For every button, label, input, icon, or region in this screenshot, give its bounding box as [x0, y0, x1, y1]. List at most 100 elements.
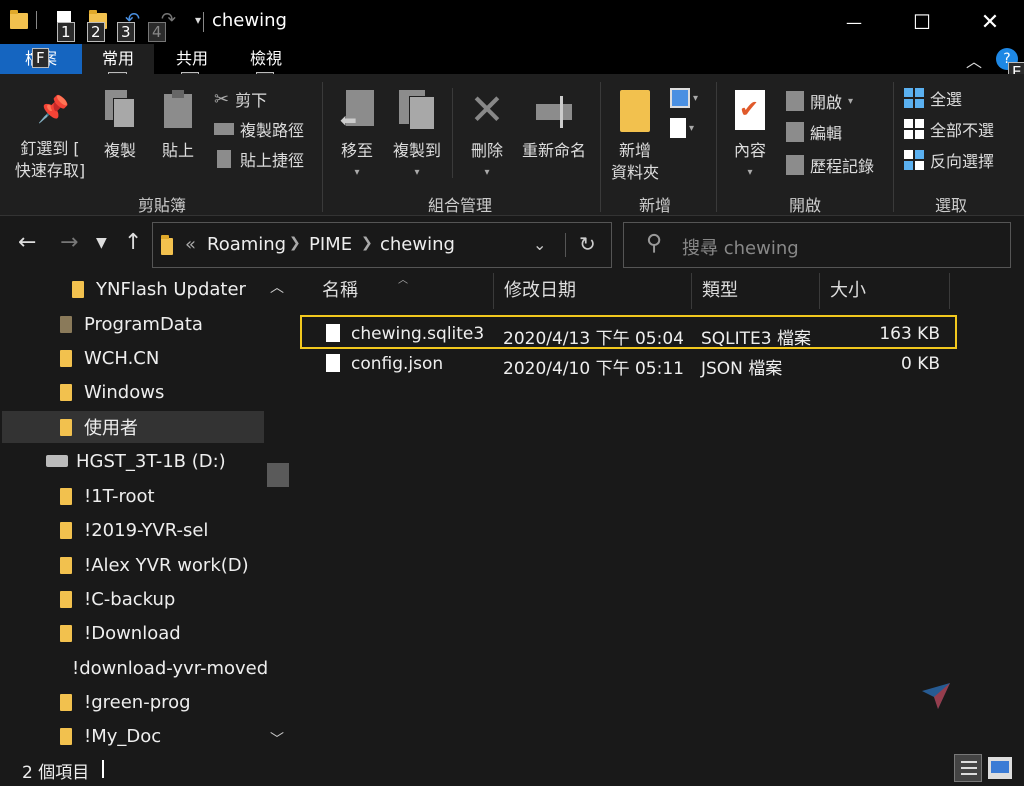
paste-label: 貼上	[161, 141, 194, 160]
minimize-button[interactable]: —	[820, 0, 888, 44]
toolbar-divider	[36, 10, 37, 29]
tab-view[interactable]: 檢視	[234, 44, 298, 74]
ribbon-separator	[893, 82, 894, 212]
nav-item-download[interactable]: !Download	[60, 617, 264, 649]
column-header-type[interactable]: 類型	[692, 273, 820, 309]
scroll-down-chevron-icon[interactable]: ﹀	[270, 729, 284, 749]
breadcrumb-overflow[interactable]: «	[185, 234, 196, 255]
column-header-date[interactable]: 修改日期	[494, 273, 692, 309]
item-count: 2 個項目	[22, 763, 90, 783]
history-button[interactable]: 歷程記錄	[786, 152, 874, 178]
collapse-ribbon-chevron-icon[interactable]: ︿	[966, 48, 982, 72]
up-arrow-icon[interactable]: ↑	[124, 230, 142, 255]
folder-icon	[10, 10, 28, 29]
easy-access-button[interactable]: ▾	[670, 118, 694, 138]
navigation-pane[interactable]: YNFlash Updater ProgramData WCH.CN Windo…	[0, 273, 290, 751]
window-title: chewing	[212, 10, 287, 31]
large-icons-view-icon[interactable]	[988, 757, 1012, 779]
nav-item-green-prog[interactable]: !green-prog	[60, 686, 264, 718]
nav-item-1t-root[interactable]: !1T-root	[60, 480, 264, 512]
forward-arrow-icon[interactable]: →	[60, 230, 78, 255]
nav-item-drive-d[interactable]: HGST_3T-1B (D:)	[46, 445, 264, 477]
open-button[interactable]: 開啟 ▾	[786, 88, 853, 114]
keytip-2: 2	[87, 22, 105, 42]
pin-quick-access-button[interactable]: 📌 釘選到 [ 快速存取]	[6, 94, 94, 182]
copy-to-button[interactable]: 複製到 ▾	[388, 90, 446, 184]
refresh-icon[interactable]: ↻	[579, 232, 596, 256]
file-name: config.json	[351, 354, 444, 374]
column-header-size[interactable]: 大小	[820, 273, 950, 309]
scrollbar-thumb[interactable]	[267, 463, 289, 487]
rename-button[interactable]: 重新命名	[518, 90, 590, 162]
select-all-button[interactable]: 全選	[904, 85, 962, 111]
recent-locations-chevron-down-icon[interactable]: ▼	[96, 235, 107, 251]
nav-item-2019-yvr-sel[interactable]: !2019-YVR-sel	[60, 514, 264, 546]
nav-item-my-doc[interactable]: !My_Doc	[60, 720, 264, 751]
nav-item-label: ProgramData	[84, 313, 203, 335]
back-arrow-icon[interactable]: ←	[18, 230, 36, 255]
tab-home[interactable]: 常用	[82, 44, 154, 74]
address-history-chevron-down-icon[interactable]: ⌄	[533, 235, 546, 254]
delete-button[interactable]: ✕ 刪除 ▾	[464, 85, 510, 184]
new-item-button[interactable]: ▾	[670, 88, 698, 108]
nav-item-download-yvr-moved[interactable]: !download-yvr-moved	[60, 652, 268, 684]
ribbon-separator	[322, 82, 323, 212]
copy-button[interactable]: 複製	[98, 90, 142, 162]
breadcrumb-chewing[interactable]: chewing	[380, 234, 455, 255]
invert-selection-label: 反向選擇	[930, 152, 995, 171]
keytip-4: 4	[148, 22, 166, 42]
breadcrumb-roaming[interactable]: Roaming	[207, 234, 286, 255]
open-icon	[786, 91, 804, 111]
breadcrumb-pime[interactable]: PIME	[309, 234, 352, 255]
nav-item-wch-cn[interactable]: WCH.CN	[60, 342, 264, 374]
nav-item-label: !2019-YVR-sel	[84, 519, 209, 541]
nav-item-ynflash-updater[interactable]: YNFlash Updater	[72, 273, 262, 305]
nav-item-c-backup[interactable]: !C-backup	[60, 583, 264, 615]
nav-item-windows[interactable]: Windows	[60, 376, 264, 408]
folder-icon	[60, 727, 72, 745]
folder-icon	[60, 315, 72, 333]
customize-toolbar-chevron-icon[interactable]: ▾	[195, 13, 201, 27]
open-group-label: 開啟	[788, 196, 821, 215]
navigation-pane-scrollbar[interactable]: ︿ ﹀	[266, 273, 290, 751]
nav-item-alex-yvr-work[interactable]: !Alex YVR work(D)	[60, 549, 264, 581]
invert-selection-button[interactable]: 反向選擇	[904, 147, 994, 173]
paste-button[interactable]: 貼上	[156, 90, 200, 162]
ribbon: 📌 釘選到 [ 快速存取] 複製 貼上 ✂ 剪下 複製路徑 貼上捷徑 剪貼簿 ⬅	[0, 74, 1024, 216]
nav-item-programdata[interactable]: ProgramData	[60, 308, 264, 340]
watermark-logo	[918, 677, 954, 713]
history-icon	[786, 155, 804, 175]
copy-label: 複製	[103, 141, 136, 160]
select-none-icon	[904, 119, 924, 139]
scroll-up-chevron-icon[interactable]: ︿	[270, 277, 284, 297]
new-folder-button[interactable]: 新增 資料夾	[606, 90, 664, 184]
folder-icon	[72, 280, 84, 298]
copy-path-button[interactable]: 複製路徑	[214, 116, 304, 142]
delete-x-icon: ✕	[469, 85, 505, 134]
clipboard-group-label: 剪貼簿	[137, 196, 186, 215]
nav-item-label: WCH.CN	[84, 347, 160, 369]
move-to-label: 移至	[340, 141, 373, 160]
properties-button[interactable]: ✔ 內容 ▾	[726, 90, 774, 184]
paste-shortcut-button[interactable]: 貼上捷徑	[214, 146, 304, 172]
copy-path-label: 複製路徑	[240, 121, 305, 140]
table-row[interactable]: config.json 2020/4/10 下午 05:11 JSON 檔案 0…	[296, 349, 956, 379]
details-view-icon[interactable]	[954, 754, 982, 782]
close-button[interactable]: ✕	[956, 0, 1024, 44]
search-box[interactable]: ⚲ 搜尋 chewing	[623, 222, 1011, 268]
keytip-1: 1	[57, 22, 75, 42]
nav-item-users[interactable]: 使用者	[2, 411, 264, 443]
move-to-button[interactable]: ⬅ 移至 ▾	[334, 90, 380, 184]
title-divider	[203, 12, 204, 32]
tab-share[interactable]: 共用	[160, 44, 224, 74]
column-header-name[interactable]: 名稱	[312, 273, 494, 309]
nav-item-label: !C-backup	[84, 588, 176, 610]
select-none-button[interactable]: 全部不選	[904, 116, 994, 142]
nav-item-label: !Alex YVR work(D)	[84, 554, 249, 576]
cut-button[interactable]: ✂ 剪下	[214, 86, 267, 112]
open-label: 開啟	[810, 93, 843, 112]
address-bar[interactable]: « Roaming ❯ PIME ❯ chewing ⌄ ↻	[152, 222, 612, 268]
edit-button[interactable]: 編輯	[786, 119, 842, 145]
maximize-button[interactable]: ☐	[888, 0, 956, 44]
folder-icon	[60, 383, 72, 401]
